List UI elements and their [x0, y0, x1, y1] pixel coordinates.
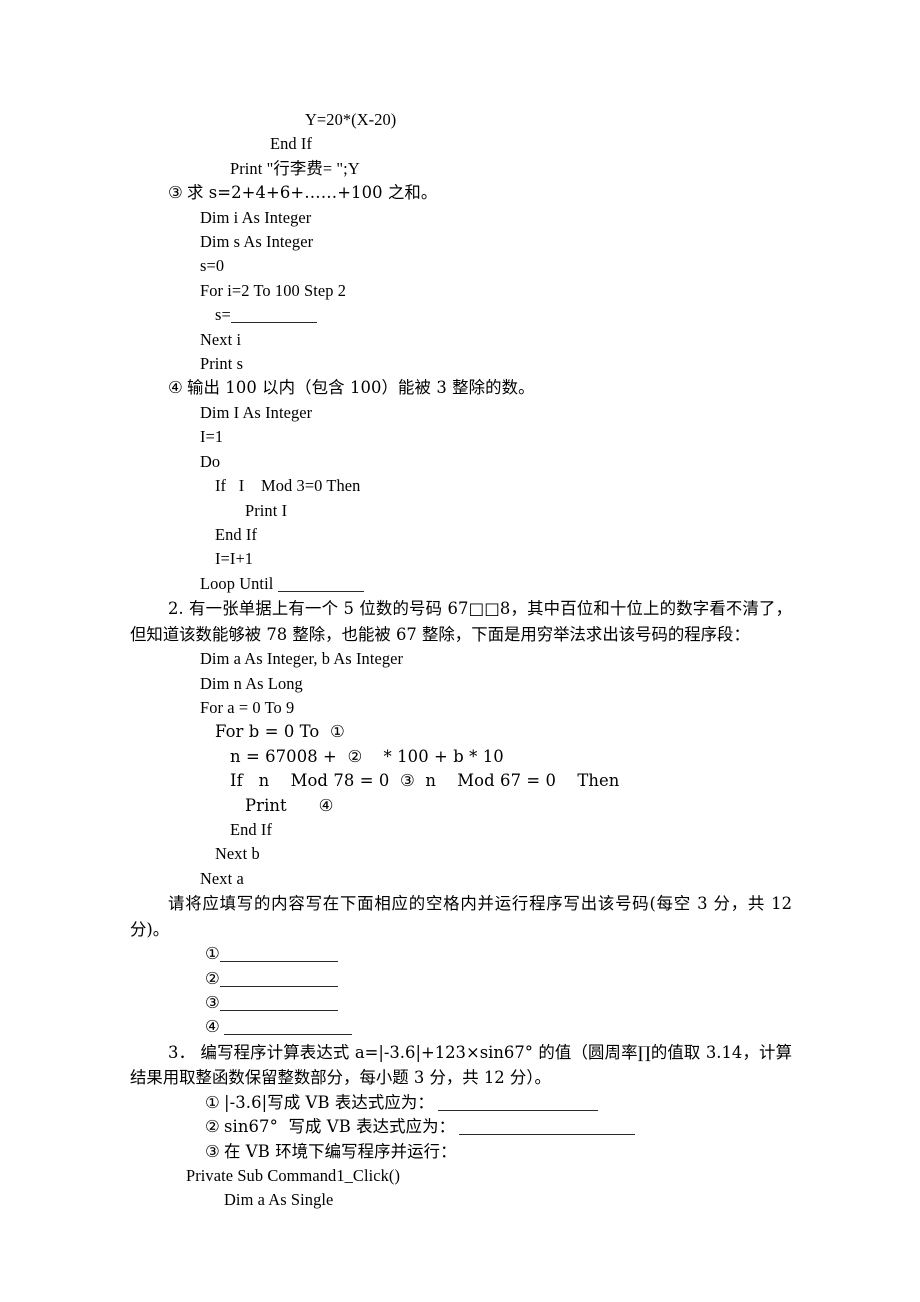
q2-code-n-assign: n = 67008 + ② * 100 + b * 10	[230, 746, 504, 766]
item4-loop-prefix: Loop Until	[200, 573, 278, 593]
item3-code-for: For i=2 To 100 Step 2	[200, 280, 347, 300]
item3-code-dim-i: Dim i As Integer	[200, 207, 312, 227]
item4-code-end-if: End If	[215, 524, 258, 544]
item4-code-loop-until: Loop Until	[130, 572, 792, 596]
document-content: Y=20*(X-20) End If Print "行李费= ";Y ③ 求 s…	[130, 108, 792, 1213]
item3-code-print: Print s	[200, 354, 244, 374]
q3-subitem-1-marker: ①	[205, 1092, 220, 1112]
q2-answer-marker-3: ③	[205, 993, 220, 1012]
code-line-end-if: End If	[270, 134, 313, 154]
q3-subitem-1-blank[interactable]	[438, 1109, 599, 1111]
q2-answer-blank-1[interactable]	[219, 961, 338, 963]
q2-code-end-if: End If	[230, 819, 273, 839]
q3-subitem-3-marker: ③	[205, 1141, 220, 1161]
q2-answer-marker-1: ①	[205, 944, 220, 964]
item3-code-s-init: s=0	[200, 256, 225, 276]
item3-prompt-text: 求 s=2+4+6+……+100 之和。	[187, 183, 438, 203]
q3-code-private-sub: Private Sub Command1_Click()	[186, 1166, 401, 1186]
q2-code-if: If n Mod 78 = 0 ③ n Mod 67 = 0 Then	[230, 771, 620, 791]
question2-instruction: 请将应填写的内容写在下面相应的空格内并运行程序写出该号码(每空 3 分，共 12…	[130, 894, 792, 939]
question3-paragraph: 3． 编写程序计算表达式 a=|-3.6|+123×sin67° 的值（圆周率∏…	[130, 1040, 792, 1091]
item4-code-print: Print I	[245, 500, 288, 520]
q3-subitem-2: ② sin67° 写成 VB 表达式应为：	[130, 1115, 792, 1139]
question3-text-line2: 取整函数保留整数部分，每小题 3 分，共 12 分）。	[179, 1068, 551, 1088]
item3-answer-blank[interactable]	[230, 322, 317, 324]
q2-answer-blank-3[interactable]	[219, 1010, 338, 1011]
q3-subitem-3: ③ 在 VB 环境下编写程序并运行：	[130, 1140, 792, 1164]
q3-subitem-1-label: |-3.6|写成 VB 表达式应为：	[224, 1092, 434, 1112]
question2-number: 2.	[168, 599, 184, 619]
q3-subitem-2-marker: ②	[205, 1117, 220, 1137]
q2-code-for-b: For b = 0 To ①	[215, 722, 345, 742]
q2-answer-row-2: ②	[130, 967, 792, 991]
item3-prompt-line: ③ 求 s=2+4+6+……+100 之和。	[130, 181, 792, 205]
item4-code-do: Do	[200, 451, 221, 471]
q2-answer-blank-4[interactable]	[224, 1034, 352, 1036]
item3-code-next: Next i	[200, 329, 242, 349]
code-line-print-fee: Print "行李费= ";Y	[230, 158, 360, 178]
q2-answer-marker-4: ④	[205, 1017, 220, 1037]
q2-code-print: Print ④	[245, 795, 334, 815]
item4-prompt-line: ④ 输出 100 以内（包含 100）能被 3 整除的数。	[130, 376, 792, 400]
q2-answer-row-4: ④	[130, 1015, 792, 1039]
code-line-y-assign: Y=20*(X-20)	[305, 110, 397, 129]
q3-code-dim-a: Dim a As Single	[224, 1190, 334, 1210]
q2-code-for-a: For a = 0 To 9	[200, 697, 295, 717]
q3-subitem-1: ① |-3.6|写成 VB 表达式应为：	[130, 1091, 792, 1115]
q2-code-next-b: Next b	[215, 844, 260, 864]
question3-number: 3．	[168, 1042, 196, 1062]
item4-answer-blank[interactable]	[277, 590, 364, 592]
item3-blank-prefix: s=	[215, 305, 231, 325]
q3-subitem-2-label: sin67° 写成 VB 表达式应为：	[224, 1117, 456, 1137]
item4-code-if: If I Mod 3=0 Then	[215, 476, 361, 496]
question2-paragraph: 2. 有一张单据上有一个 5 位数的号码 67□□8，其中百位和十位上的数字看不…	[130, 596, 792, 647]
item4-prompt-text: 输出 100 以内（包含 100）能被 3 整除的数。	[187, 378, 535, 398]
q2-code-dim-ab: Dim a As Integer, b As Integer	[200, 649, 404, 669]
item3-marker: ③	[168, 183, 183, 203]
item3-code-dim-s: Dim s As Integer	[200, 232, 314, 252]
q2-code-next-a: Next a	[200, 868, 244, 888]
item3-code-blank-line: s=	[130, 303, 792, 327]
q3-subitem-3-label: 在 VB 环境下编写程序并运行：	[224, 1141, 457, 1161]
q2-answer-blank-2[interactable]	[219, 985, 338, 987]
item4-code-dim: Dim I As Integer	[200, 402, 313, 422]
q2-answer-row-1: ①	[130, 942, 792, 966]
question2-text-line2: 知道该数能够被 78 整除，也能被 67 整除，下面是用穷举法求出该号码的程序段…	[146, 624, 750, 644]
q2-answer-row-3: ③	[130, 991, 792, 1015]
item4-code-increment: I=I+1	[215, 549, 254, 569]
document-page: Y=20*(X-20) End If Print "行李费= ";Y ③ 求 s…	[0, 0, 920, 1302]
q2-answer-marker-2: ②	[205, 968, 220, 988]
item4-code-i-init: I=1	[200, 427, 224, 447]
item4-marker: ④	[168, 378, 183, 398]
q3-subitem-2-blank[interactable]	[459, 1134, 636, 1136]
q2-code-dim-n: Dim n As Long	[200, 673, 303, 693]
